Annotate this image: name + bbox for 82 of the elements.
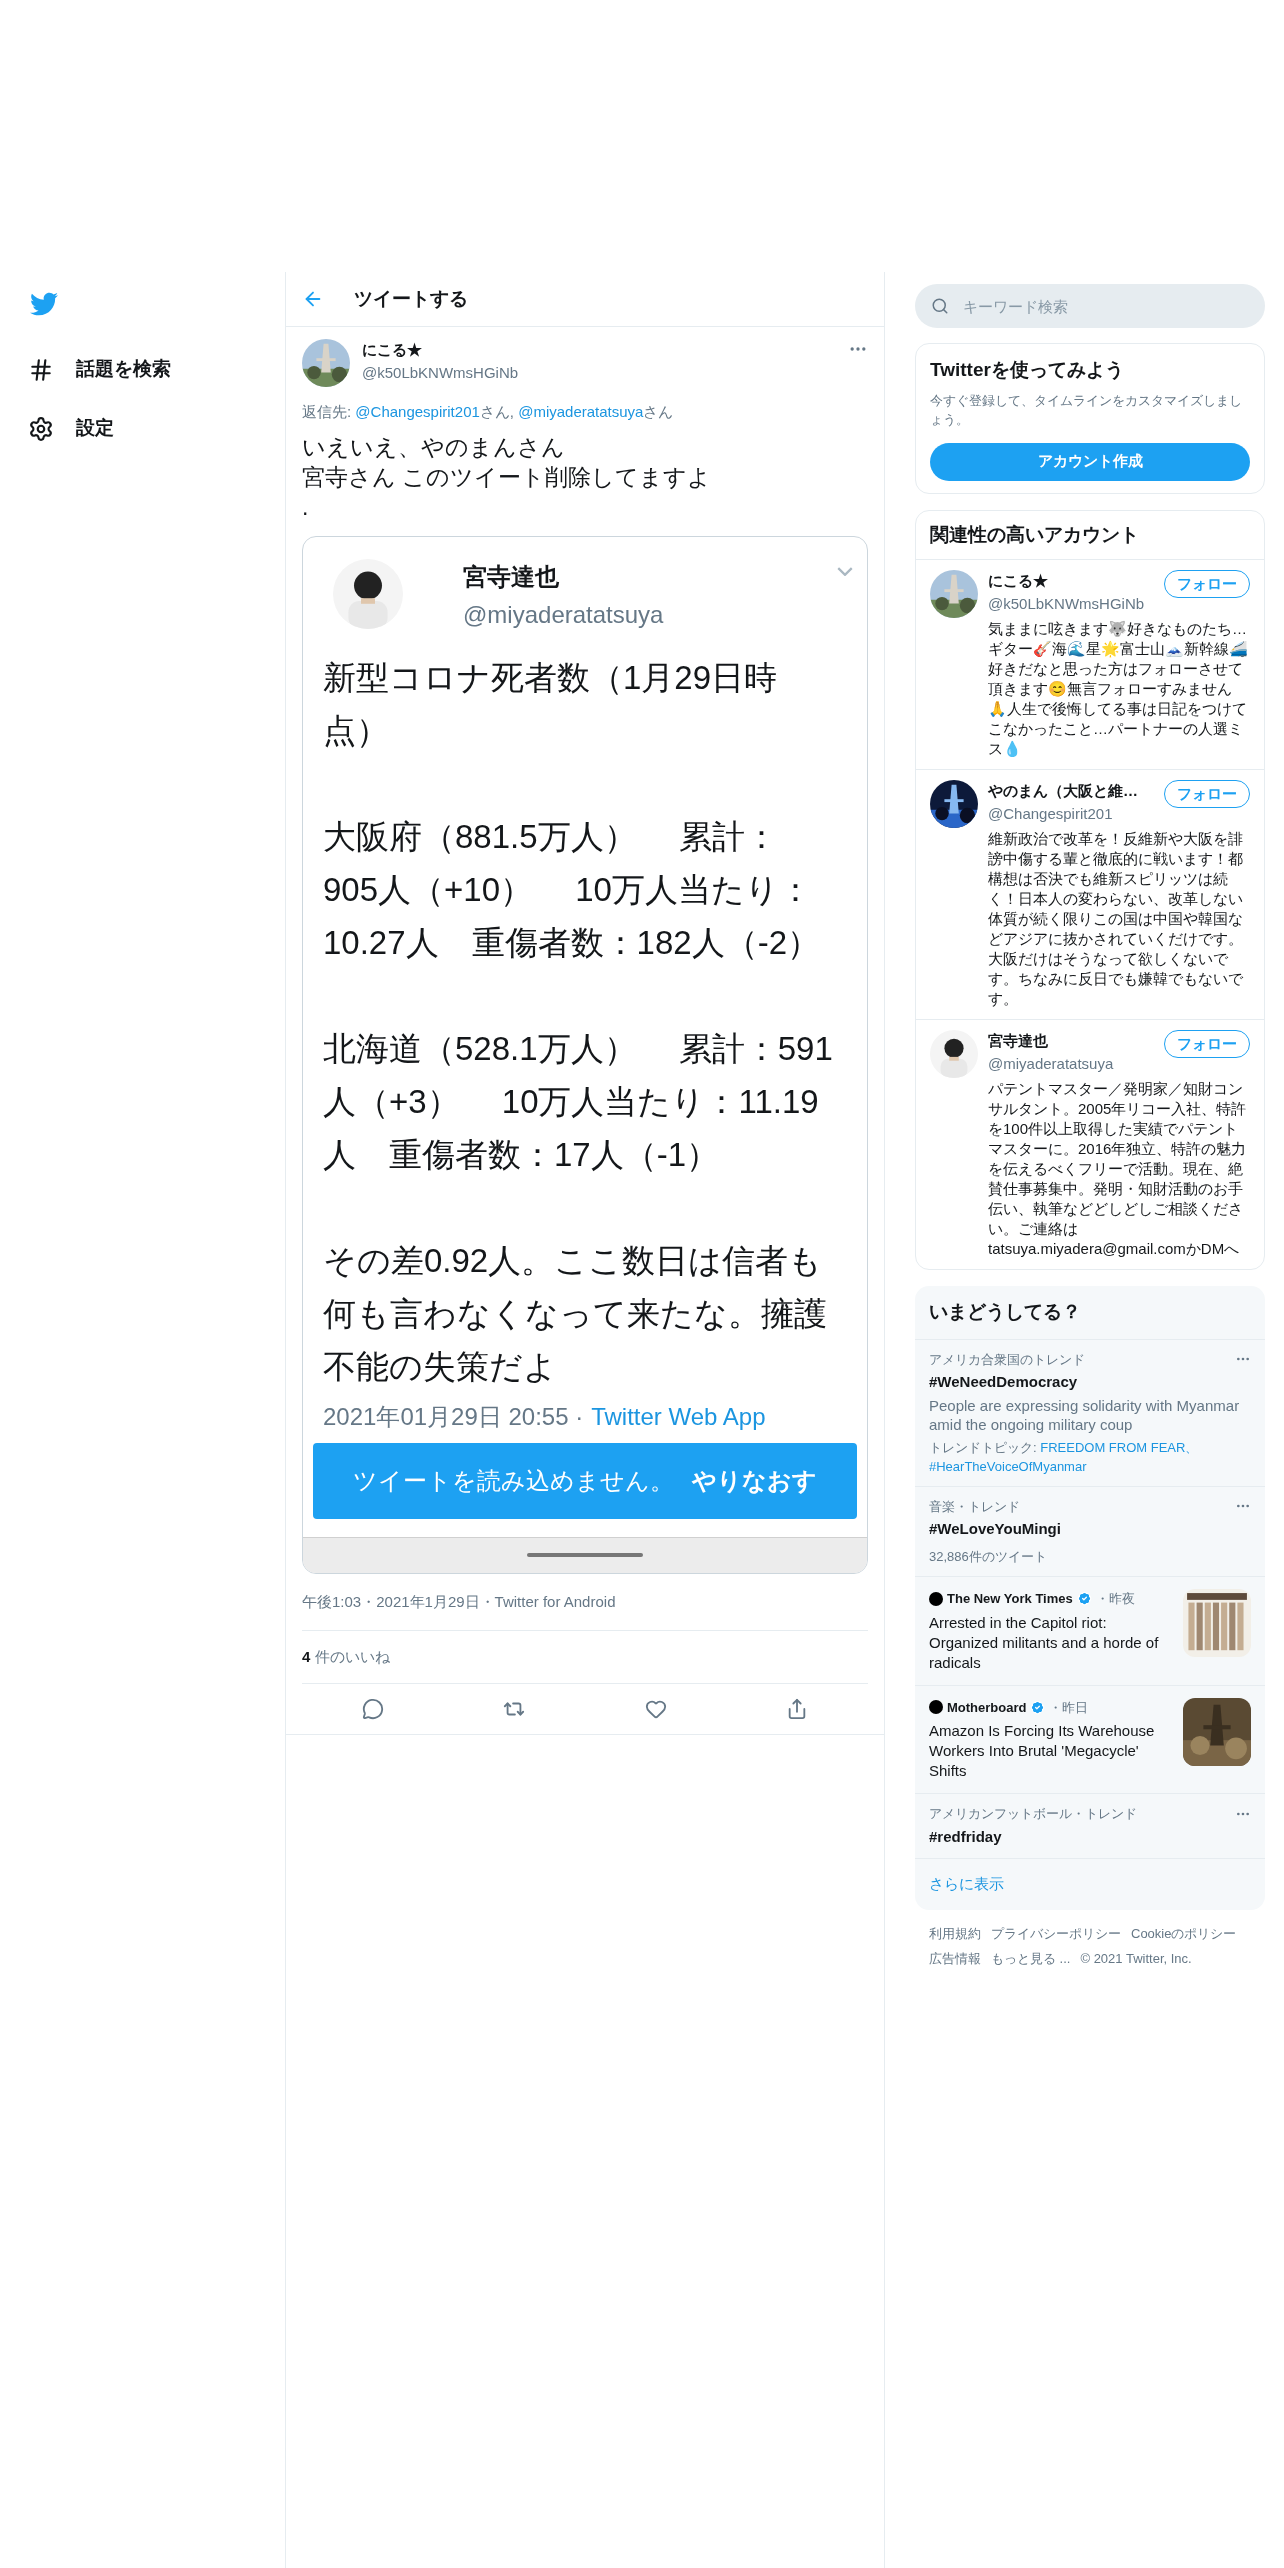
tweet-text: 宮寺さん このツイート削除してますよ [302, 462, 713, 492]
copyright: © 2021 Twitter, Inc. [1080, 1950, 1192, 1968]
account-name[interactable]: やのまん（大阪と維… [988, 780, 1164, 803]
publisher-name: Motherboard [947, 1698, 1027, 1717]
tweet-text: 不能の失策だよ [323, 1346, 558, 1387]
account-handle: @Changespirit201 [988, 803, 1114, 824]
likes-label: 件のいいね [315, 1646, 391, 1667]
nav-item[interactable]: 話題を検索 [28, 340, 285, 399]
mention-link[interactable]: @Changespirit201 [355, 403, 480, 420]
footer-link[interactable]: もっと見る ... [991, 1949, 1071, 1969]
tweet-meta: 午後1:03・2021年1月29日・Twitter for Android [302, 1592, 616, 1610]
tweet-text: 905人（+10） 10万人当たり： [323, 869, 813, 910]
tweet-timestamp: 2021年01月29日 20:55 · [323, 1401, 584, 1432]
news-headline[interactable]: Amazon Is Forcing Its Warehouse Workers Into Brutal 'Megacycle' Shifts [929, 1721, 1173, 1781]
news-time: ・昨夜 [1095, 1590, 1135, 1608]
show-more-link[interactable]: さらに表示 [915, 1859, 1265, 1910]
tweet-text: . [302, 492, 310, 522]
trend-title[interactable]: #WeLoveYouMingi [929, 1518, 1251, 1541]
topic-link[interactable]: #HearTheVoiceOfMyanmar [929, 1458, 1087, 1474]
card-title: いまどうしてる？ [915, 1286, 1265, 1340]
card-title: 関連性の高いアカウント [916, 510, 1264, 560]
chevron-down-icon [837, 566, 853, 576]
publisher-name: The New York Times [947, 1590, 1073, 1608]
source-link[interactable]: Twitter Web App [591, 1398, 766, 1435]
hashtag-icon [28, 356, 54, 383]
reply-to-line: 返信先: @Changespirit201さん, @miyaderatatsuyaさん [302, 402, 675, 422]
card-title: Twitterを使ってみよう [930, 358, 1125, 382]
trend-context: アメリカ合衆国のトレンド [929, 1350, 1085, 1369]
card-text: 今すぐ登録して、タイムラインをカスタマイズしましょう。 [930, 391, 1243, 429]
trend-title[interactable]: #WeNeedDemocracy [929, 1371, 1251, 1394]
trend-title[interactable]: #redfriday [929, 1825, 1251, 1848]
create-account-button[interactable]: アカウント作成 [930, 442, 1250, 481]
footer-link[interactable]: 利用規約 [929, 1923, 981, 1943]
trend-description: People are expressing solidarity with Myanmar amid the ongoing military coup [929, 1395, 1241, 1434]
account-name[interactable]: にこる★ [988, 570, 1164, 593]
tweet-text: 10.27人 重傷者数：182人（-2） [323, 922, 821, 963]
search-icon [931, 297, 949, 315]
account-handle: @miyaderatatsuya [988, 1053, 1115, 1074]
author-handle: @miyaderatatsuya [463, 599, 665, 630]
publisher-logo-icon [929, 1700, 943, 1715]
trend-topics: トレンドトピック: FREEDOM FROM FEAR、 #HearTheVoiceOfMyanmar [929, 1438, 1200, 1476]
account-bio: 気ままに呟きます🐺好きなものたち…ギター🎸海🌊星🌟富士山🗻新幹線🚄好きだなと思った方はフォローさせて頂きます😊無言フォローすみません🙏人生で後悔してる事は日記をつけてこなかったこと…パートナーの人選ミス💧 [988, 619, 1249, 759]
account-name[interactable]: 宮寺達也 [988, 1030, 1164, 1053]
tweet-text: いえいえ、やのまんさん [302, 432, 566, 462]
error-message: ツイートを読み込めません。 [353, 1465, 674, 1496]
nav-item[interactable]: 設定 [28, 399, 285, 458]
account-handle: @k50LbKNWmsHGiNb [988, 593, 1146, 614]
tweet-text: 何も言わなくなって来たな。擁護 [323, 1293, 828, 1334]
trend-context: 音楽・トレンド [929, 1497, 1020, 1516]
reply-icon[interactable] [361, 1698, 384, 1720]
author-name: 宮寺達也 [463, 561, 560, 592]
tweet-text: その差0.92人。ここ数日は信者も [323, 1240, 824, 1281]
mention-link[interactable]: @miyaderatatsuya [518, 403, 644, 420]
tweet-text: 大阪府（881.5万人） 累計： [323, 816, 779, 857]
retry-label: やりなおす [692, 1465, 817, 1496]
search-field[interactable]: キーワード検索 [915, 284, 1265, 328]
topic-link[interactable]: FREEDOM FROM FEAR、 [1040, 1439, 1199, 1455]
page-title: ツイートする [354, 286, 468, 311]
footer-link[interactable]: 広告情報 [929, 1949, 981, 1969]
footer-link[interactable]: Cookieのポリシー [1131, 1923, 1237, 1943]
footer-link[interactable]: プライバシーポリシー [991, 1923, 1121, 1943]
verified-icon [1030, 1699, 1046, 1715]
settings-icon [28, 415, 54, 442]
account-bio: 維新政治で改革を！反維新や大阪を誹謗中傷する輩と徹底的に戦います！都構想は否決でも維新スピリッツは続く！日本人の変わらない、改革しない体質が続く限りこの国は中国や韓国などアジアに抜かされていくだけです。大阪だけはそうなって欲しくないです。ちなみに反日でも嫌韓でもないです。 [988, 829, 1244, 1009]
author-name[interactable]: にこる★ [362, 339, 836, 362]
likes-count: 4 [302, 1646, 311, 1667]
tweet-text: 人（+3） 10万人当たり：11.19 [323, 1081, 820, 1122]
tweet-count: 32,886件のツイート [929, 1547, 1048, 1566]
tweet-text: 新型コロナ死者数（1月29日時 [323, 657, 779, 698]
trend-context: アメリカンフットボール・トレンド [929, 1805, 1137, 1823]
author-handle: @k50LbKNWmsHGiNb [362, 362, 520, 383]
tweet-text: 点） [323, 710, 390, 751]
tweet-text: 北海道（528.1万人） 累計：591 [323, 1028, 834, 1069]
news-time: ・昨日 [1049, 1698, 1089, 1717]
tweet-text: 人 重傷者数：17人（-1） [323, 1134, 721, 1175]
like-icon[interactable] [644, 1698, 667, 1720]
account-bio: パテントマスター／発明家／知財コンサルタント。2005年リコー入社、特許を100件以上取得した実績でパテントマスターに。2016年独立、特許の魅力を伝えるべくフリーで活動。現在、絶賛仕事募集中。発明・知財活動のお手伝い、執筆などどしどしご相談ください。ご連絡は tatsuya.miyadera@gmail.comかDMへ [988, 1079, 1248, 1259]
bird-logo-icon[interactable] [28, 290, 60, 318]
verified-icon [1076, 1591, 1092, 1607]
gesture-handle-icon [527, 1553, 643, 1557]
publisher-logo-icon [929, 1591, 943, 1606]
news-headline[interactable]: Arrested in the Capitol riot: Organized militants and a horde of radicals [929, 1612, 1173, 1673]
